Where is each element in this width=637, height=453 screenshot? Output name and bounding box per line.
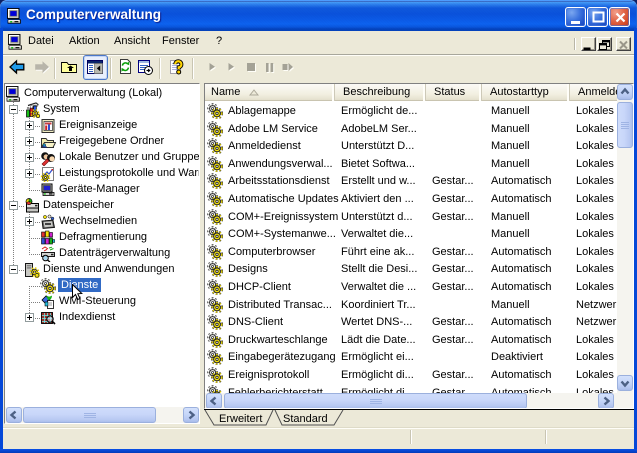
svg-text:Standard: Standard [283,413,328,425]
svg-text:Erweitert: Erweitert [219,413,262,425]
